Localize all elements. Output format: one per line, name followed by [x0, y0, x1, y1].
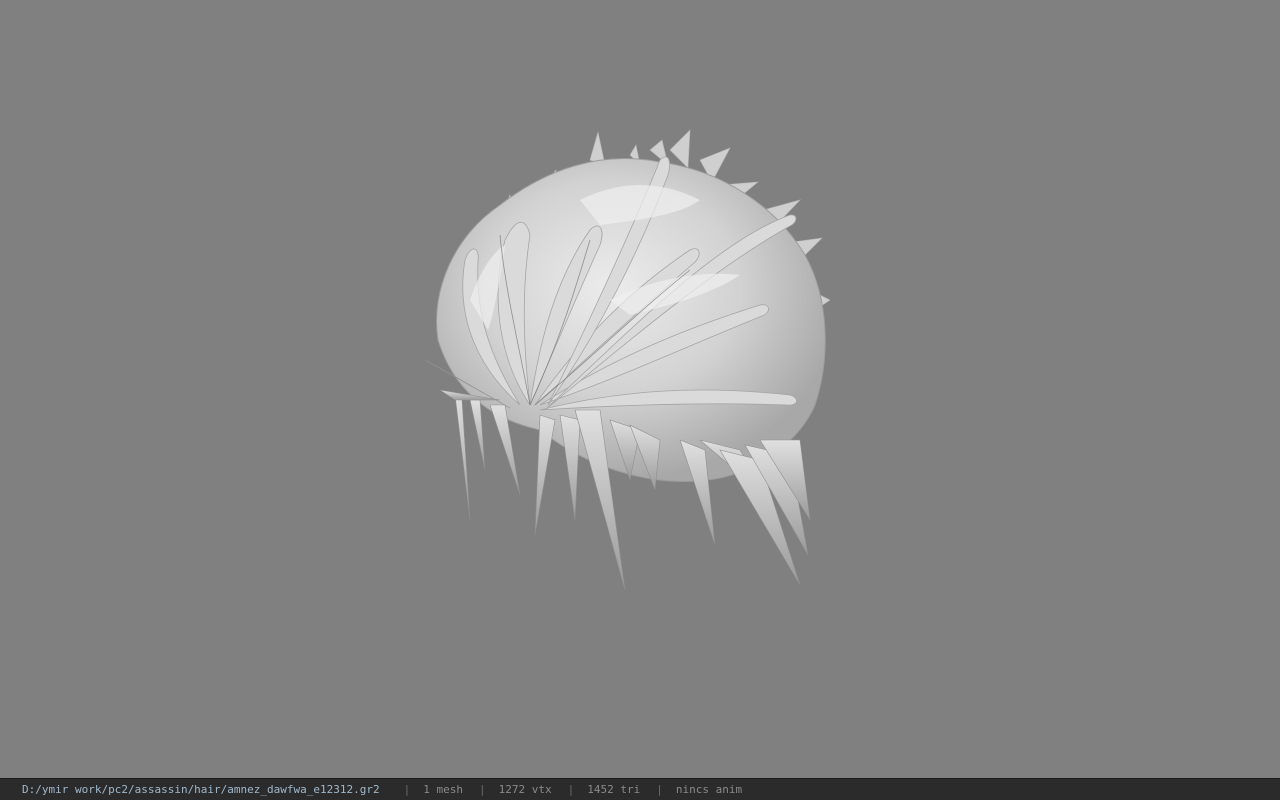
status-separator: | — [479, 783, 486, 796]
hair-mesh-model — [424, 129, 831, 591]
file-path: D:/ymir work/pc2/assassin/hair/amnez_daw… — [22, 783, 380, 796]
status-bar: D:/ymir work/pc2/assassin/hair/amnez_daw… — [0, 778, 1280, 800]
3d-viewport[interactable] — [0, 0, 1280, 778]
status-separator: | — [403, 783, 411, 796]
status-separator: | — [567, 783, 575, 796]
animation-status: nincs anim — [675, 783, 743, 796]
triangle-count: 1452 tri — [587, 783, 641, 796]
mesh-count: 1 mesh — [423, 783, 463, 796]
vertex-count: 1272 vtx — [498, 783, 552, 796]
status-separator: | — [656, 783, 663, 796]
